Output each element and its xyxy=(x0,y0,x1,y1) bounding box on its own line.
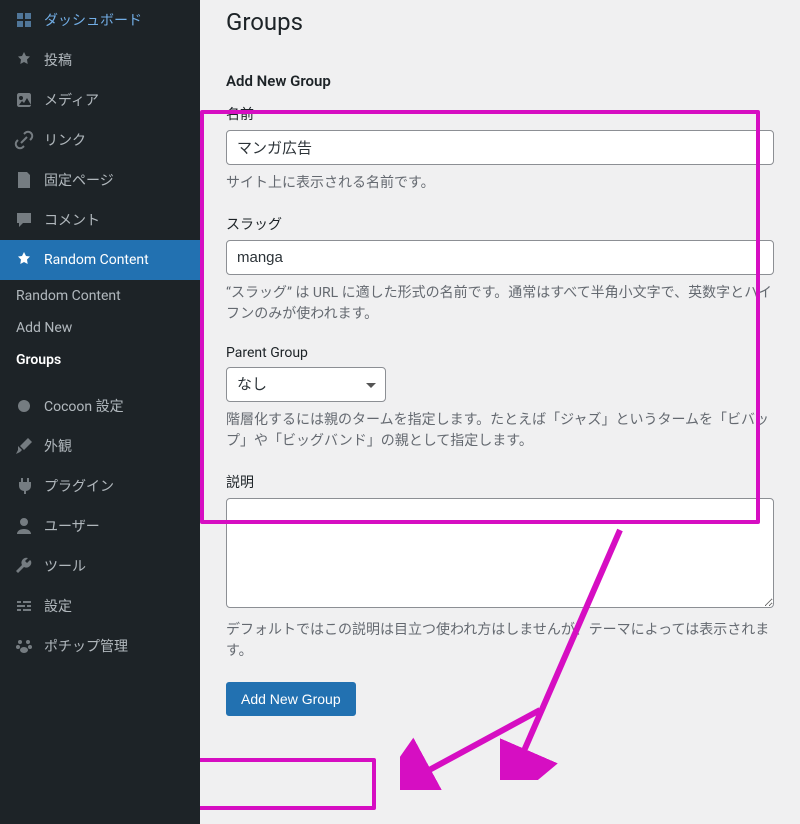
sidebar-label: 固定ページ xyxy=(44,170,114,190)
brush-icon xyxy=(14,436,34,456)
parent-label: Parent Group xyxy=(226,345,774,361)
field-description: 説明 デフォルトではこの説明は目立つ使われ方はしませんが、テーマによっては表示さ… xyxy=(226,472,774,662)
slug-help: “スラッグ” は URL に適した形式の名前です。通常はすべて半角小文字で、英数… xyxy=(226,283,774,325)
media-icon xyxy=(14,90,34,110)
slug-input[interactable] xyxy=(226,240,774,275)
paw-icon xyxy=(14,636,34,656)
sidebar-item-links[interactable]: リンク xyxy=(0,120,200,160)
pin-icon xyxy=(14,250,34,270)
sidebar-label: リンク xyxy=(44,130,86,150)
sidebar-sub-groups[interactable]: Groups xyxy=(0,344,200,376)
sliders-icon xyxy=(14,596,34,616)
sidebar-label: ダッシュボード xyxy=(44,10,142,30)
description-label: 説明 xyxy=(226,472,774,492)
slug-label: スラッグ xyxy=(226,214,774,234)
sidebar-sub-random-content[interactable]: Random Content xyxy=(0,280,200,312)
annotation-highlight-button xyxy=(200,758,376,810)
sidebar-item-pochipp[interactable]: ポチップ管理 xyxy=(0,626,200,666)
sidebar-label: 設定 xyxy=(44,596,72,616)
sidebar-label: メディア xyxy=(44,90,99,110)
sidebar-item-media[interactable]: メディア xyxy=(0,80,200,120)
sidebar-item-plugins[interactable]: プラグイン xyxy=(0,466,200,506)
sidebar-label: プラグイン xyxy=(44,476,114,496)
dashboard-icon xyxy=(14,10,34,30)
pin-icon xyxy=(14,50,34,70)
section-title: Add New Group xyxy=(226,72,774,90)
sidebar-item-comments[interactable]: コメント xyxy=(0,200,200,240)
name-input[interactable] xyxy=(226,130,774,165)
page-title: Groups xyxy=(226,8,774,36)
sidebar-item-random-content[interactable]: Random Content xyxy=(0,240,200,280)
sidebar-label: Cocoon 設定 xyxy=(44,396,124,416)
sidebar-item-posts[interactable]: 投稿 xyxy=(0,40,200,80)
sidebar-label: ツール xyxy=(44,556,86,576)
sidebar-sub-add-new[interactable]: Add New xyxy=(0,312,200,344)
sidebar-submenu: Random Content Add New Groups xyxy=(0,280,200,376)
comment-icon xyxy=(14,210,34,230)
sidebar-item-tools[interactable]: ツール xyxy=(0,546,200,586)
sidebar-item-appearance[interactable]: 外観 xyxy=(0,426,200,466)
name-label: 名前 xyxy=(226,104,774,124)
sidebar-item-users[interactable]: ユーザー xyxy=(0,506,200,546)
name-help: サイト上に表示される名前です。 xyxy=(226,173,774,194)
sidebar-label: ポチップ管理 xyxy=(44,636,128,656)
sidebar-label: ユーザー xyxy=(44,516,100,536)
sidebar-item-dashboard[interactable]: ダッシュボード xyxy=(0,0,200,40)
add-new-group-button[interactable]: Add New Group xyxy=(226,682,356,716)
parent-help: 階層化するには親のタームを指定します。たとえば「ジャズ」というタームを「ビバップ… xyxy=(226,410,774,452)
admin-sidebar: ダッシュボード 投稿 メディア リンク 固定ページ コメント xyxy=(0,0,200,824)
sidebar-label: Random Content xyxy=(44,252,149,268)
sidebar-item-pages[interactable]: 固定ページ xyxy=(0,160,200,200)
pages-icon xyxy=(14,170,34,190)
plug-icon xyxy=(14,476,34,496)
field-slug: スラッグ “スラッグ” は URL に適した形式の名前です。通常はすべて半角小文… xyxy=(226,214,774,325)
field-name: 名前 サイト上に表示される名前です。 xyxy=(226,104,774,194)
description-textarea[interactable] xyxy=(226,498,774,608)
main-content: Groups Add New Group 名前 サイト上に表示される名前です。 … xyxy=(200,0,800,824)
wrench-icon xyxy=(14,556,34,576)
parent-select[interactable]: なし xyxy=(226,367,386,402)
sidebar-item-cocoon[interactable]: Cocoon 設定 xyxy=(0,386,200,426)
sidebar-label: 外観 xyxy=(44,436,72,456)
annotation-arrow-2 xyxy=(400,700,550,790)
field-parent: Parent Group なし 階層化するには親のタームを指定します。たとえば「… xyxy=(226,345,774,452)
sidebar-label: 投稿 xyxy=(44,50,72,70)
description-help: デフォルトではこの説明は目立つ使われ方はしませんが、テーマによっては表示されます… xyxy=(226,620,774,662)
user-icon xyxy=(14,516,34,536)
link-icon xyxy=(14,130,34,150)
sidebar-label: コメント xyxy=(44,210,100,230)
circle-icon xyxy=(14,396,34,416)
sidebar-item-settings[interactable]: 設定 xyxy=(0,586,200,626)
